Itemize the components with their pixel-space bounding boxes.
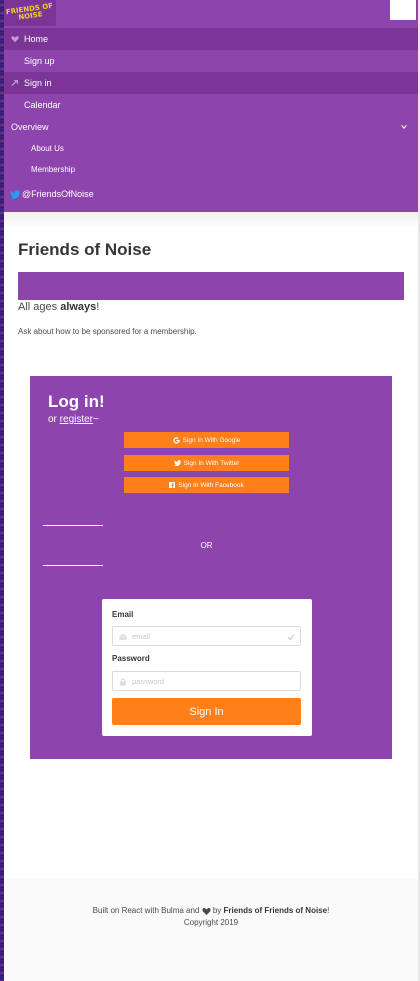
nav-item-label: Sign up — [24, 56, 55, 66]
nav-overview-label: Overview — [11, 122, 49, 132]
or-divider-text: OR — [200, 541, 213, 550]
email-label: Email — [112, 610, 134, 619]
password-field[interactable]: password — [112, 671, 301, 691]
google-signin-label: Sign In With Google — [182, 436, 241, 444]
logo[interactable]: FRIENDS OF NOISE — [4, 0, 56, 26]
nav-item-label: Sign in — [24, 78, 52, 88]
twitter-signin-button[interactable]: Sign In With Twitter — [124, 455, 289, 471]
tagline-prefix: All ages — [18, 301, 61, 313]
facebook-signin-label: Sign In With Facebook — [178, 481, 244, 489]
hero-section: Friends of Noise All ages always! Ask ab… — [18, 240, 404, 336]
login-panel: Log in! or register~ Sign In With Google… — [30, 376, 392, 759]
nav-item-home[interactable]: Home — [4, 28, 418, 50]
login-subtitle: or register~ — [48, 414, 99, 425]
check-icon — [287, 634, 295, 641]
navbar-burger-button[interactable] — [390, 0, 416, 20]
arrow-icon — [11, 80, 18, 86]
sponsor-text: Ask about how to be sponsored for a memb… — [18, 327, 197, 336]
navbar: FRIENDS OF NOISE Home Sign up Sign in Ca… — [4, 0, 418, 212]
login-form: Email email Password password Sign In — [102, 599, 312, 736]
envelope-icon — [119, 634, 127, 640]
copyright: Copyright 2019 — [183, 918, 239, 927]
nav-subitem-label: About Us — [31, 144, 64, 153]
nav-twitter-label: @FriendsOfNoise — [22, 189, 94, 199]
sign-in-button[interactable]: Sign In — [112, 698, 301, 725]
login-title: Log in! — [48, 392, 105, 411]
tagline-bold: always — [60, 301, 97, 313]
footer-credits: Built on React with Bulma and by Friends… — [4, 906, 418, 915]
nav-subitem-label: Membership — [31, 165, 76, 174]
lock-icon — [120, 678, 126, 686]
twitter-icon — [173, 460, 181, 466]
hero-band — [18, 272, 404, 300]
nav-subitem-membership[interactable]: Membership — [4, 159, 418, 180]
twitter-signin-label: Sign In With Twitter — [183, 459, 240, 467]
nav-twitter-link[interactable]: @FriendsOfNoise — [4, 183, 418, 205]
password-placeholder: password — [132, 676, 165, 686]
nav-item-label: Home — [24, 34, 49, 44]
hero-tagline: All ages always! — [18, 300, 404, 314]
heart-icon — [11, 36, 19, 43]
nav-subitem-about[interactable]: About Us — [4, 138, 418, 159]
footer-suffix: ! — [327, 906, 330, 915]
divider-top — [43, 525, 103, 526]
nav-item-calendar[interactable]: Calendar — [4, 94, 418, 116]
login-sub-prefix: or — [48, 414, 60, 425]
email-field[interactable]: email — [112, 626, 301, 646]
login-sub-suffix: ~ — [93, 414, 99, 425]
register-link[interactable]: register — [60, 414, 93, 425]
footer-by: by — [210, 906, 224, 915]
navbar-shadow — [4, 212, 418, 228]
facebook-icon — [169, 482, 176, 488]
google-icon — [172, 436, 180, 443]
email-placeholder: email — [132, 631, 150, 641]
heart-icon — [202, 907, 211, 915]
nav-item-label: Calendar — [24, 100, 61, 110]
logo-text: FRIENDS OF NOISE — [5, 1, 54, 22]
tagline-suffix: ! — [96, 301, 100, 313]
password-label: Password — [112, 654, 150, 663]
footer: Built on React with Bulma and by Friends… — [4, 879, 418, 981]
nav-item-signin[interactable]: Sign in — [4, 72, 418, 94]
divider-bottom — [43, 565, 103, 566]
nav-dropdown-overview[interactable]: Overview — [4, 116, 418, 138]
page-title: Friends of Noise — [18, 240, 152, 259]
footer-org: Friends of Friends of Noise — [223, 906, 328, 915]
navbar-brand: FRIENDS OF NOISE — [4, 0, 418, 26]
chevron-down-icon — [401, 125, 407, 130]
facebook-signin-button[interactable]: Sign In With Facebook — [124, 477, 289, 493]
twitter-icon — [10, 189, 20, 199]
nav-item-signup[interactable]: Sign up — [4, 50, 418, 72]
google-signin-button[interactable]: Sign In With Google — [124, 432, 289, 448]
footer-prefix: Built on React with Bulma and — [92, 906, 202, 915]
